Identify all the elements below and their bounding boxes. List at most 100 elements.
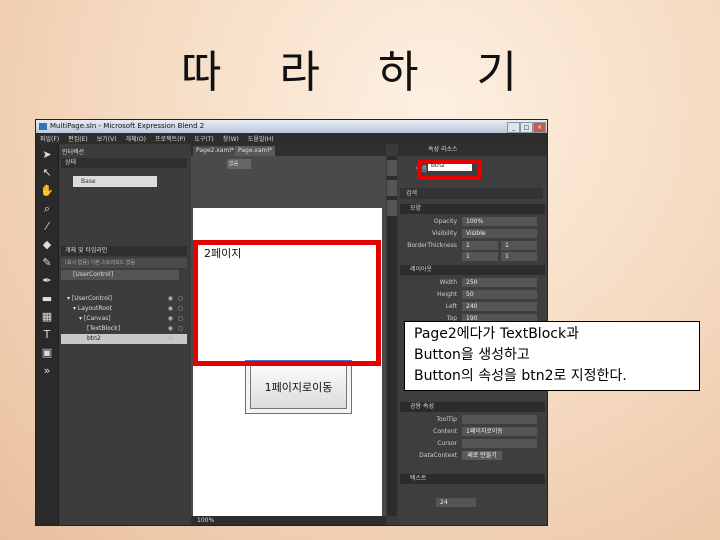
eye-icon[interactable]: ◉ [168,314,173,324]
visibility-select[interactable]: Visible [462,229,537,238]
tree-item-usercontrol[interactable]: ▾ [UserControl] ◉ ○ [61,294,187,304]
canvas-highlight-box [193,240,381,366]
property-search[interactable]: 검색 [400,188,543,199]
border-top-input[interactable]: 1 [462,252,498,261]
opacity-input[interactable]: 100% [462,217,537,226]
lock-icon[interactable]: ○ [178,324,183,334]
breadcrumb-button[interactable]: 없음 [227,159,251,169]
storyboard-picker[interactable]: (표시 없음) 기본 스토리보드 없음 [61,258,187,268]
app-icon [39,123,47,130]
window-title: MultiPage.sln - Microsoft Expression Ble… [50,122,205,130]
text-tool-icon[interactable]: T [40,328,54,342]
interaction-tab[interactable]: 인터랙션 [62,147,84,156]
direct-select-icon[interactable]: ↖ [40,166,54,180]
border-row: BorderThickness 1 1 [400,241,545,251]
lock-icon[interactable]: ○ [178,294,183,304]
menu-help[interactable]: 도움말(H) [248,134,274,143]
content-row: Content 1페이지로이동 [400,427,545,437]
layout-section[interactable]: 레이아웃 [400,265,545,275]
border-left-input[interactable]: 1 [462,241,498,250]
control-tool-icon[interactable]: ▣ [40,346,54,360]
tab-page-xaml[interactable]: Page.xaml* [235,146,276,156]
width-row: Width 250 [400,278,545,288]
menu-edit[interactable]: 편집(E) [68,134,88,143]
left-row: Left 240 [400,302,545,312]
tab-page2-xaml[interactable]: Page2.xaml* [193,146,237,156]
menu-file[interactable]: 파일(F) [40,134,59,143]
border-bottom-input[interactable]: 1 [501,252,537,261]
grid-layout-icon[interactable]: ▦ [40,310,54,324]
btn2-button[interactable]: 1페이지로이동 [250,365,347,409]
tree-item-canvas[interactable]: ▾ [Canvas] ◉ ○ [61,314,187,324]
height-input[interactable]: 50 [462,290,537,299]
tree-item-textblock[interactable]: [TextBlock] ◉ ○ [61,324,187,334]
new-datacontext-button[interactable]: 새로 만들기 [462,451,502,460]
appearance-section[interactable]: 모양 [400,204,545,214]
brush-transform-icon[interactable]: ✎ [40,256,54,270]
width-input[interactable]: 250 [462,278,537,287]
content-input[interactable]: 1페이지로이동 [462,427,537,436]
properties-tabs[interactable]: 속성 리소스 [398,144,547,156]
border-right-input[interactable]: 1 [501,241,537,250]
menu-view[interactable]: 보기(V) [97,134,117,143]
font-size-input[interactable]: 24 [436,498,476,507]
split-view-tab[interactable] [387,200,397,216]
menu-bar: 파일(F) 편집(E) 보기(V) 개체(O) 프로젝트(P) 도구(T) 창(… [36,133,547,144]
eye-icon[interactable]: ◉ [168,324,173,334]
callout-line-2: Button을 생성하고 [414,347,530,363]
selection-tool-icon[interactable]: ➤ [40,148,54,162]
eye-icon[interactable]: ◉ [168,334,173,344]
lock-icon[interactable]: ○ [178,314,183,324]
view-tabs [387,156,397,516]
height-row: Height 50 [400,290,545,300]
left-input[interactable]: 240 [462,302,537,311]
slide-title: 따 라 하 기 [181,47,539,98]
title-bar: MultiPage.sln - Microsoft Expression Ble… [36,120,547,133]
interaction-panel: 인터랙션 상태 Base 개체 및 타임라인 (표시 없음) 기본 스토리보드 … [59,144,189,525]
tree-item-btn2[interactable]: btn2 ◉ ○ [61,334,187,344]
toolbox: ➤ ↖ ✋ ⌕ ⁄ ◆ ✎ ✒ ▬ ▦ T ▣ » [36,144,59,525]
opacity-row: Opacity 100% [400,217,545,227]
cursor-select[interactable] [462,439,537,448]
text-section[interactable]: 텍스트 [400,474,545,484]
close-button[interactable]: × [533,122,546,133]
instruction-callout: Page2에다가 TextBlock과 Button을 생성하고 Button의… [404,321,700,391]
menu-tools[interactable]: 도구(T) [194,134,213,143]
minimize-button[interactable]: _ [507,122,520,133]
font-size-row: 24 [400,498,545,508]
asset-library-icon[interactable]: » [40,364,54,378]
cursor-row: Cursor [400,439,545,449]
maximize-button[interactable]: □ [520,122,533,133]
zoom-status[interactable]: 100% [191,516,386,525]
name-highlight-box [417,160,481,180]
objects-timeline-header: 개체 및 타임라인 [61,246,187,256]
callout-line-1: Page2에다가 TextBlock과 [414,326,579,342]
tooltip-row: ToolTip [400,415,545,425]
menu-window[interactable]: 창(W) [223,134,239,143]
eyedropper-icon[interactable]: ⁄ [40,220,54,234]
design-view-tab[interactable] [387,160,397,176]
tooltip-input[interactable] [462,415,537,424]
lock-icon[interactable]: ○ [178,304,183,314]
menu-object[interactable]: 개체(O) [126,134,146,143]
eye-icon[interactable]: ◉ [168,304,173,314]
base-state[interactable]: Base [73,176,157,187]
datacontext-row: DataContext 새로 만들기 [400,451,545,461]
paint-bucket-icon[interactable]: ◆ [40,238,54,252]
btn2-selection[interactable]: 1페이지로이동 [245,360,352,414]
object-tree: ▾ [UserControl] ◉ ○ ▾ LayoutRoot ◉ ○ ▾ [Canv… [61,294,187,344]
xaml-view-tab[interactable] [387,180,397,196]
rectangle-icon[interactable]: ▬ [40,292,54,306]
lock-icon[interactable]: ○ [178,334,183,344]
pan-hand-icon[interactable]: ✋ [40,184,54,198]
tree-item-layoutroot[interactable]: ▾ LayoutRoot ◉ ○ [61,304,187,314]
scope-root[interactable]: [UserControl] [61,270,179,280]
pen-icon[interactable]: ✒ [40,274,54,288]
common-section[interactable]: 공용 속성 [400,402,545,412]
zoom-icon[interactable]: ⌕ [40,202,54,216]
document-tabs: Page2.xaml* Page.xaml* [191,144,386,156]
eye-icon[interactable]: ◉ [168,294,173,304]
callout-line-3: Button의 속성을 btn2로 지정한다. [414,368,627,384]
border-row-2: 11 [400,252,545,262]
menu-project[interactable]: 프로젝트(P) [155,134,185,143]
